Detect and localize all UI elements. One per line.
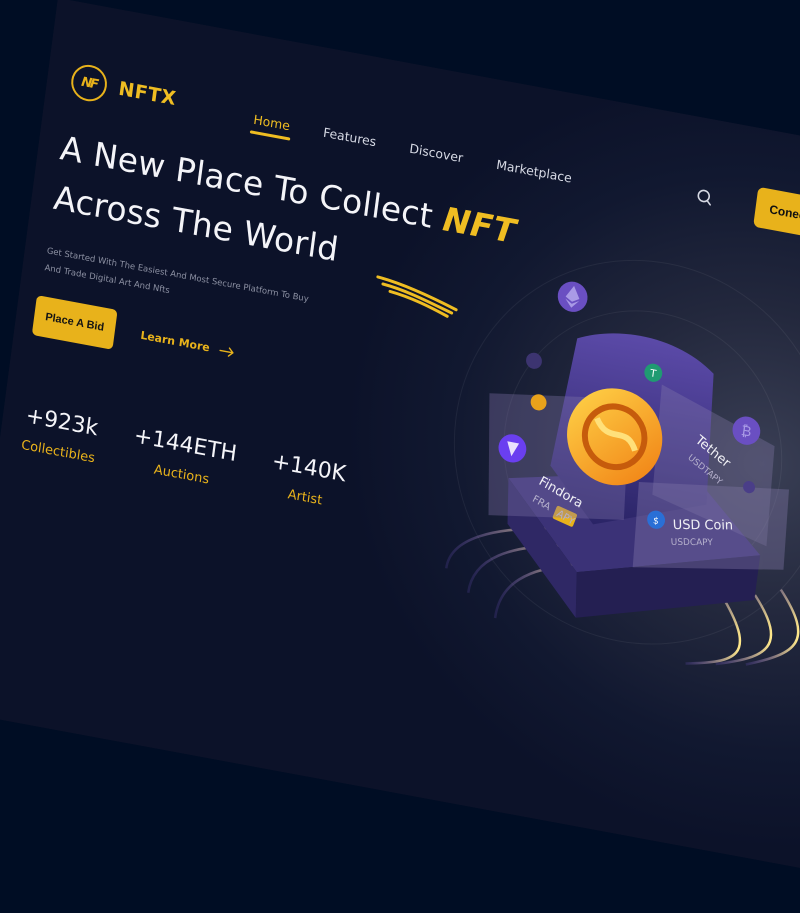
stat-label: Collectibles <box>20 437 96 467</box>
arrow-right-icon <box>219 346 235 357</box>
logo-icon: NF <box>69 61 110 105</box>
stat-collectibles: +923k Collectibles <box>20 403 100 466</box>
nav-home[interactable]: Home <box>253 112 291 134</box>
learn-more-link[interactable]: Learn More <box>140 329 236 359</box>
svg-text:USD Coin: USD Coin <box>673 518 734 534</box>
brand-name: NFTX <box>117 77 178 111</box>
stat-artist: +140K Artist <box>267 449 347 512</box>
brand-logo[interactable]: NF NFTX <box>69 61 178 117</box>
learn-more-label: Learn More <box>139 328 211 355</box>
nav-marketplace[interactable]: Marketplace <box>495 157 572 186</box>
landing-page-panel: NF NFTX Home Features Discover Marketpla… <box>0 0 800 913</box>
search-icon[interactable] <box>696 188 714 207</box>
nav-discover[interactable]: Discover <box>409 141 464 166</box>
stat-auctions: +144ETH Auctions <box>129 423 238 492</box>
nav-features[interactable]: Features <box>322 125 377 150</box>
svg-text:₿: ₿ <box>740 423 752 441</box>
ethereum-icon <box>557 281 588 312</box>
place-bid-button[interactable]: Place A Bid <box>31 295 118 350</box>
stat-value: +140K <box>270 448 348 488</box>
svg-text:USDCAPY: USDCAPY <box>671 538 714 548</box>
stats-row: +923k Collectibles +144ETH Auctions +140… <box>20 403 347 512</box>
hero-illustration: Findora FRA APY Tether USDTAPY USD Coin … <box>445 259 800 666</box>
stat-value: +923k <box>24 403 100 442</box>
stat-label: Artist <box>286 487 324 509</box>
